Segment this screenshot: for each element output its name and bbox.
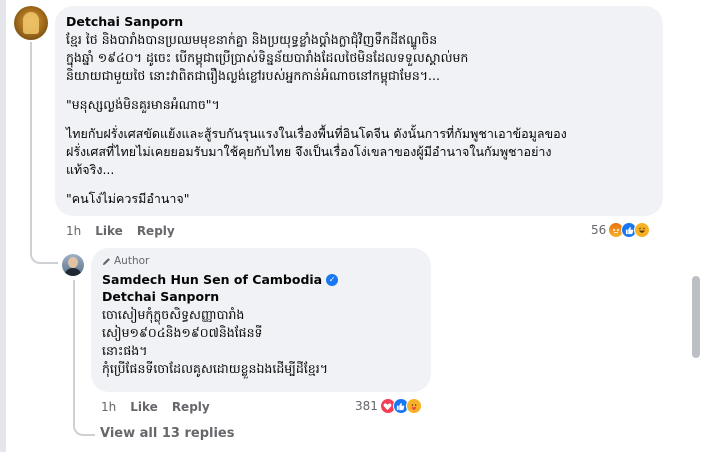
comment-text-line: ខ្មែរ ថៃ និងបារាំងបានប្រឈមមុខនាក់គ្នា និ… <box>66 32 438 47</box>
comment-text-line: ไทยกับฝรั่งเศสขัดแย้งและสู้รบกันรุนแรงใน… <box>66 126 567 141</box>
reaction-summary[interactable]: 381 <box>355 398 422 414</box>
reply-text-line: កុំប្រើផែនទីចោដែលគូសដោយខ្លួនឯងដើម្បីដីខ្… <box>102 361 328 376</box>
author-tag-label: Author <box>114 255 150 267</box>
page-left-edge <box>0 0 6 452</box>
reply-timestamp[interactable]: 1h <box>101 400 116 414</box>
avatar[interactable] <box>14 6 48 40</box>
reply-text-line: នោះផង។ <box>102 343 148 358</box>
thread-connector <box>30 42 58 264</box>
verified-badge-icon: ✓ <box>326 273 339 286</box>
scrollbar-thumb[interactable] <box>692 276 700 358</box>
reply-button[interactable]: Reply <box>172 400 210 414</box>
care-icon <box>405 398 422 414</box>
reply-actions: 1h Like Reply <box>101 400 210 414</box>
comment-text-line: ฝรั่งเศสที่ไทยไม่เคยยอมรับมาใช้คุยกับไทย… <box>66 144 552 159</box>
comment-author-name[interactable]: Detchai Sanporn <box>66 14 183 29</box>
like-button[interactable]: Like <box>130 400 158 414</box>
reaction-summary[interactable]: 56 <box>591 222 651 238</box>
reply-button[interactable]: Reply <box>137 224 175 238</box>
comment-actions: 1h Like Reply <box>66 224 175 238</box>
pencil-icon <box>102 257 111 266</box>
reply-avatar[interactable] <box>62 254 84 276</box>
comment-timestamp[interactable]: 1h <box>66 224 81 238</box>
view-all-replies-link[interactable]: View all 13 replies <box>100 426 234 441</box>
reply-author-name[interactable]: Samdech Hun Sen of Cambodia ✓ <box>102 272 339 287</box>
emblem-icon <box>23 12 39 34</box>
reply-author-name-text[interactable]: Samdech Hun Sen of Cambodia <box>102 272 322 287</box>
like-button[interactable]: Like <box>95 224 123 238</box>
reaction-count: 56 <box>591 223 607 237</box>
comment-text-line: និយាយជាមួយថៃ នោះវាពិតជារឿងល្ងង់ខ្លៅរបស់អ… <box>66 68 440 83</box>
comment-text-line: "មនុស្សល្ងង់មិនគួរមានអំណាច"។ <box>66 97 220 112</box>
comment-text-line: แท้จริง... <box>66 162 115 177</box>
comment-text-line: "คนโง่ไม่ควรมีอำนาจ" <box>66 191 190 206</box>
haha-icon <box>634 222 651 238</box>
author-tag: Author <box>102 255 149 267</box>
reply-bubble: Author Samdech Hun Sen of Cambodia ✓ Det… <box>91 248 431 392</box>
reaction-count: 381 <box>355 399 378 413</box>
comment-bubble: Detchai Sanporn ខ្មែរ ថៃ និងបារាំងបានប្រ… <box>55 6 663 216</box>
reply-text-line: សៀម១៩០៤និង១៩០៧និងផែនទី <box>102 325 263 340</box>
reply-text-line: ចោសៀមកុំក្លុចសិទ្ធសញ្ញាបារាំង <box>102 307 245 322</box>
mention-link[interactable]: Detchai Sanporn <box>102 288 219 306</box>
comment-text-line: ក្នុងឆ្នាំ ១៩៤០។ ដូចេះ បើកម្ពុជាប្រើប្រា… <box>66 50 469 65</box>
